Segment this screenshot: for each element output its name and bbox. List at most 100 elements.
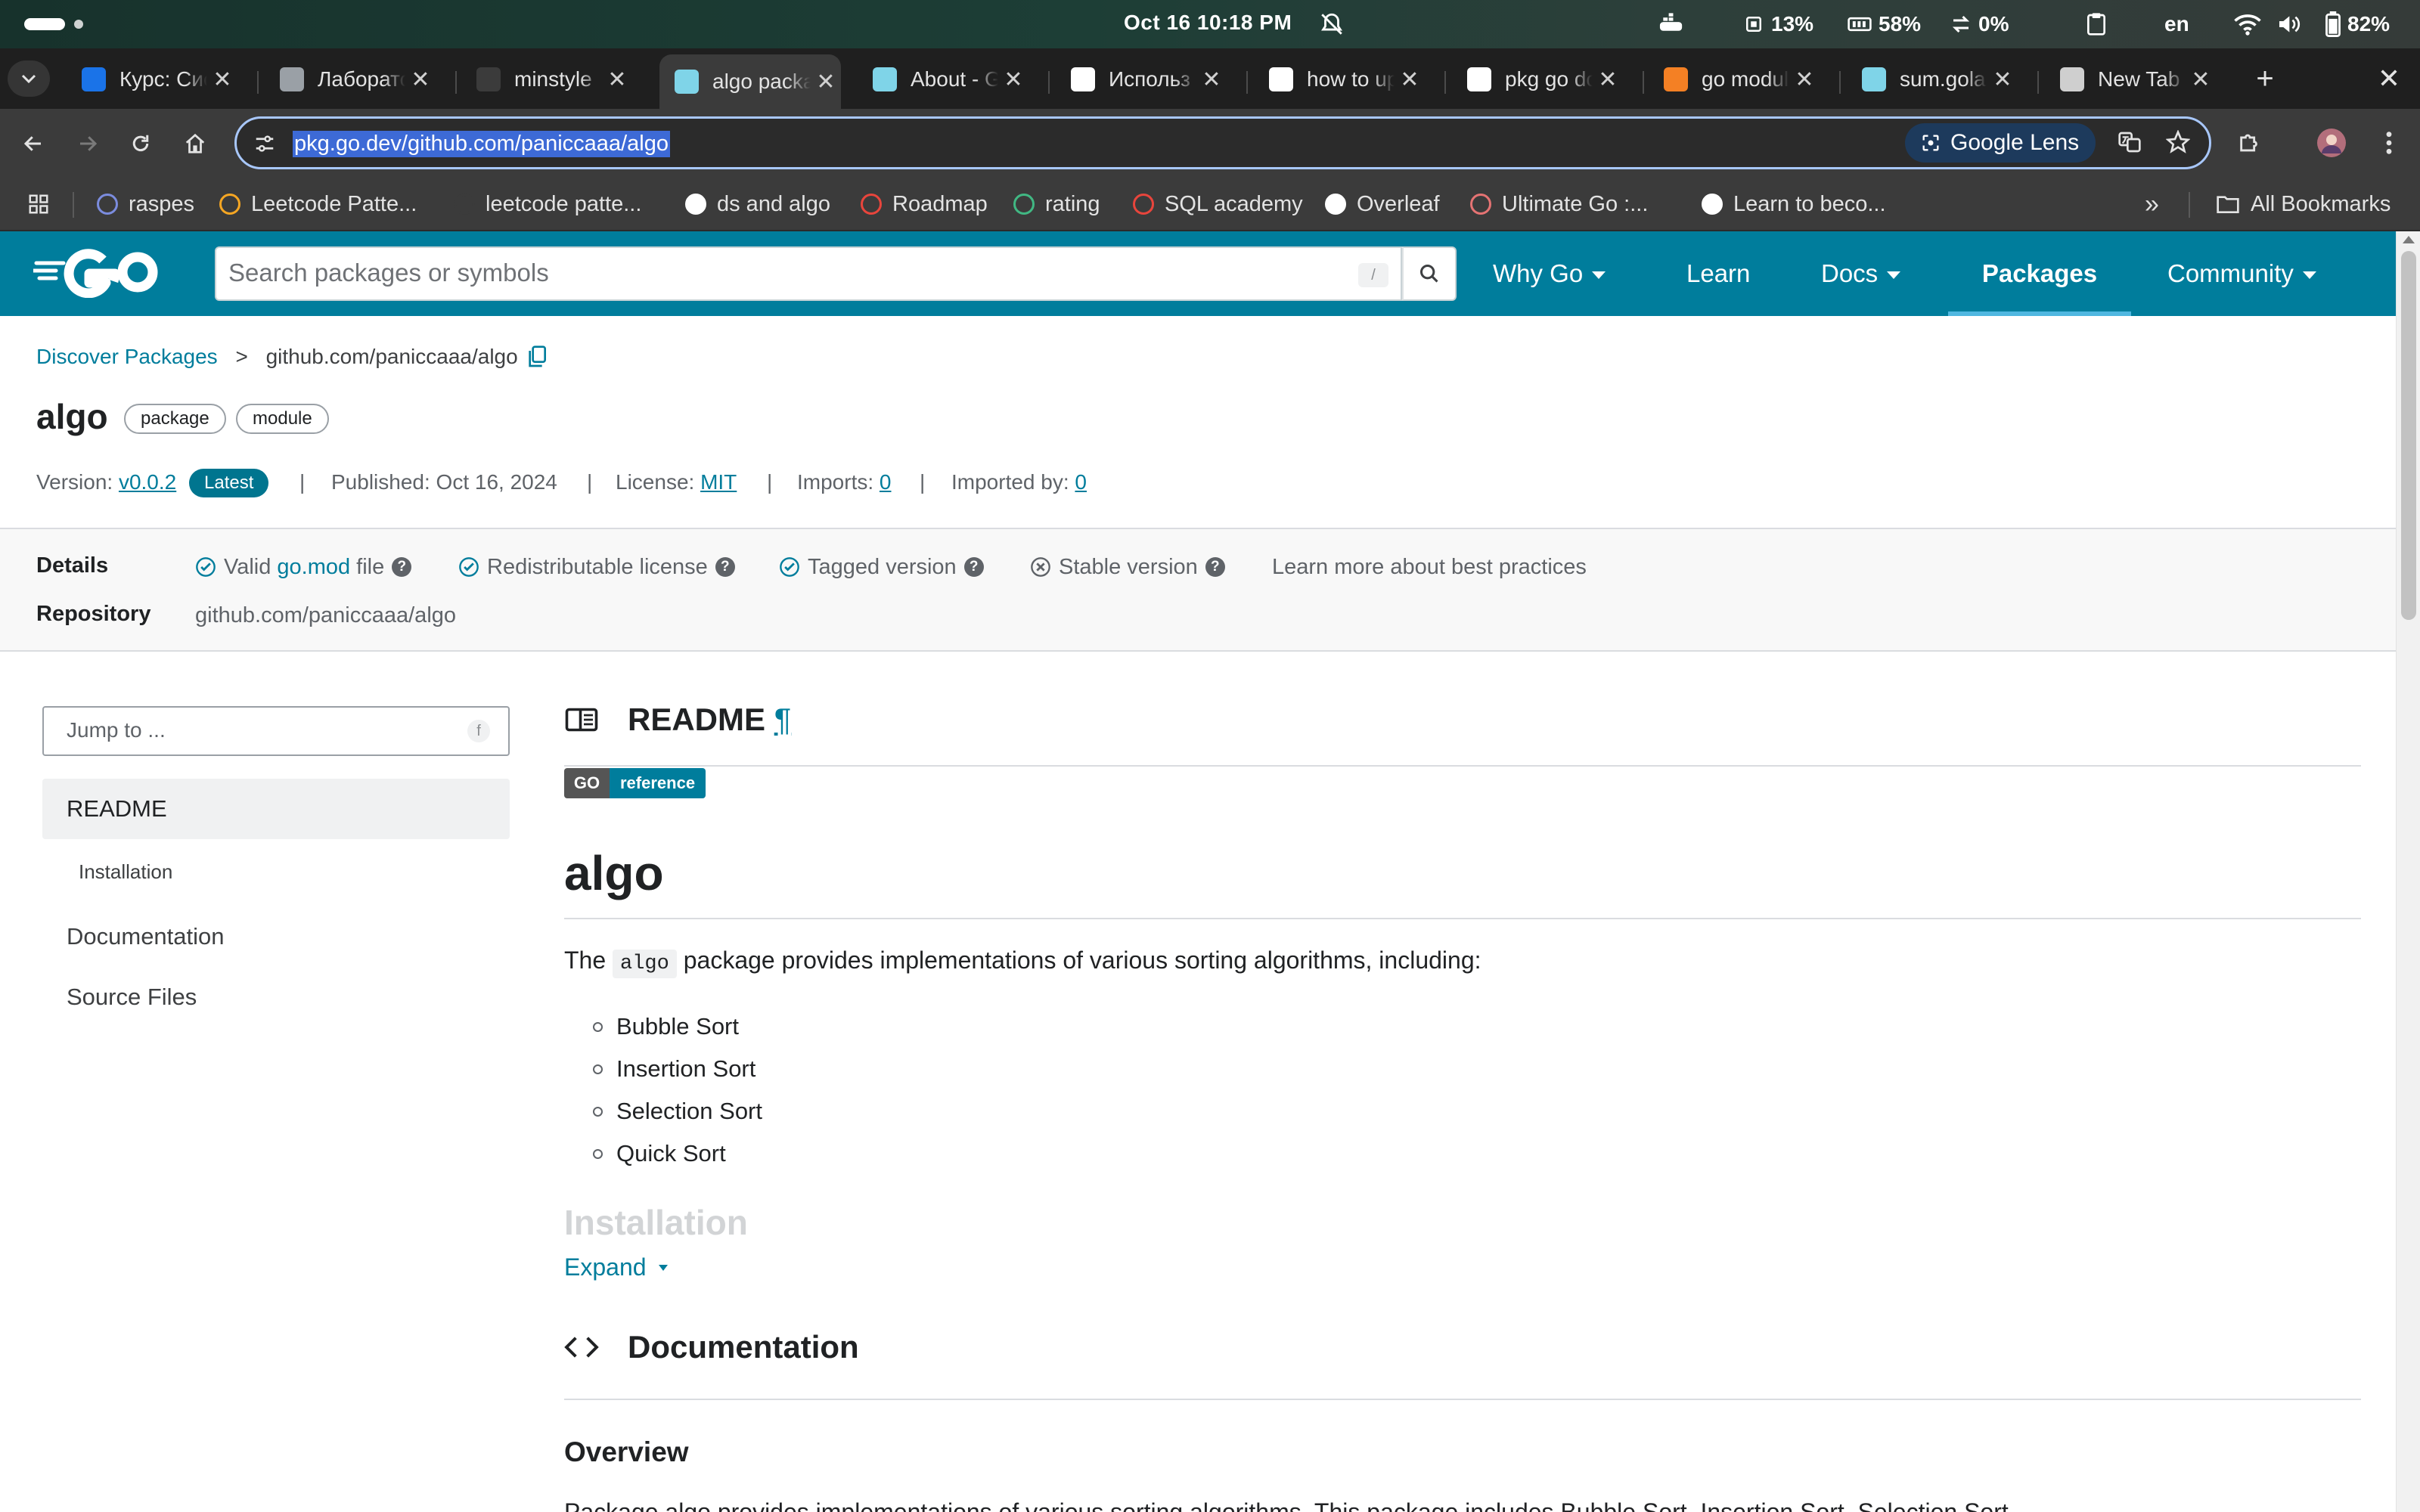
tab-search-button[interactable]	[8, 60, 50, 97]
expand-button[interactable]: Expand	[564, 1253, 668, 1281]
translate-icon[interactable]	[2111, 123, 2149, 161]
notifications-muted-icon[interactable]	[1319, 11, 1345, 38]
bookmark-8[interactable]: Ultimate Go :...	[1470, 189, 1648, 219]
sidebar-item-documentation[interactable]: Documentation	[42, 918, 510, 956]
readme-anchor-link[interactable]: ¶	[774, 702, 792, 737]
bookmark-7[interactable]: Overleaf	[1325, 189, 1440, 219]
imported-by-link[interactable]: 0	[1075, 470, 1087, 494]
tab-8[interactable]: go modul ✕	[1649, 56, 1820, 103]
tab-5[interactable]: Использ ✕	[1056, 56, 1227, 103]
repository-link[interactable]: github.com/paniccaaa/algo	[195, 602, 456, 629]
jump-to-input[interactable]	[67, 708, 460, 753]
tab-6[interactable]: how to up ✕	[1254, 56, 1425, 103]
tab-close-icon[interactable]: ✕	[2186, 67, 2216, 93]
battery-indicator[interactable]: 82%	[2325, 11, 2390, 38]
search-input[interactable]	[228, 248, 1317, 298]
docker-icon[interactable]	[1658, 11, 1686, 38]
tab-close-icon[interactable]: ✕	[998, 67, 1028, 93]
tab-close-icon[interactable]: ✕	[1987, 67, 2018, 93]
bookmarks-overflow-button[interactable]: »	[2145, 189, 2159, 219]
tab-close-icon[interactable]: ✕	[811, 69, 841, 95]
search-button[interactable]	[1402, 246, 1457, 301]
imports-link[interactable]: 0	[880, 470, 892, 494]
help-icon[interactable]: ?	[715, 557, 735, 577]
window-close-button[interactable]: ✕	[2372, 62, 2406, 97]
profile-avatar[interactable]	[2313, 124, 2350, 162]
nav-docs[interactable]: Docs	[1821, 231, 1901, 316]
nav-community[interactable]: Community	[2167, 231, 2316, 316]
bookmark-3[interactable]: ds and algo	[685, 189, 830, 219]
wifi-icon[interactable]	[2234, 11, 2261, 38]
extensions-icon[interactable]	[2231, 124, 2269, 162]
version-link[interactable]: v0.0.2	[119, 470, 176, 494]
tab-3[interactable]: algo package✕	[659, 54, 841, 109]
tab-0[interactable]: Курс: Систе✕	[67, 56, 237, 103]
scroll-up-icon[interactable]	[2403, 236, 2415, 243]
address-bar[interactable]: pkg.go.dev/github.com/paniccaaa/algo Goo…	[234, 116, 2211, 169]
bookmark-2[interactable]: leetcode patte...	[454, 189, 641, 219]
keyboard-layout[interactable]: en	[2164, 11, 2189, 38]
nav-packages[interactable]: Packages	[1948, 231, 2131, 316]
tab-close-icon[interactable]: ✕	[602, 67, 632, 93]
tab-1[interactable]: Лаборатор✕	[265, 56, 436, 103]
kebab-menu-icon[interactable]	[2370, 124, 2408, 162]
license-link[interactable]: MIT	[700, 470, 737, 494]
breadcrumb-discover-packages[interactable]: Discover Packages	[36, 345, 218, 368]
bookmark-6[interactable]: SQL academy	[1133, 189, 1303, 219]
tab-2[interactable]: minstyle ✕	[461, 56, 632, 103]
forward-button[interactable]	[68, 124, 107, 163]
workspace-indicator-active[interactable]	[24, 18, 65, 30]
workspace-indicator[interactable]	[74, 20, 83, 29]
nav-learn[interactable]: Learn	[1686, 231, 1750, 316]
apps-grid-icon[interactable]	[27, 189, 50, 219]
search-box[interactable]: /	[215, 246, 1402, 301]
os-top-bar: Oct 16 10:18 PM 13% 58% 0% en 82%	[0, 0, 2420, 48]
url-text[interactable]: pkg.go.dev/github.com/paniccaaa/algo	[293, 131, 670, 157]
tab-close-icon[interactable]: ✕	[1196, 67, 1227, 93]
sidebar-item-readme[interactable]: README	[42, 779, 510, 839]
help-icon[interactable]: ?	[1205, 557, 1225, 577]
gomod-link[interactable]: go.mod	[277, 555, 350, 579]
site-settings-icon[interactable]	[253, 132, 276, 155]
tab-title: Лаборатор	[318, 67, 405, 91]
nav-why-go[interactable]: Why Go	[1493, 231, 1606, 316]
tab-close-icon[interactable]: ✕	[405, 67, 436, 93]
go-logo[interactable]	[33, 246, 162, 298]
sidebar-item-installation[interactable]: Installation	[42, 854, 510, 889]
all-bookmarks-button[interactable]: All Bookmarks	[2216, 189, 2391, 219]
bookmark-1[interactable]: Leetcode Patte...	[219, 189, 417, 219]
tab-close-icon[interactable]: ✕	[1395, 67, 1425, 93]
jump-to-box[interactable]: f	[42, 706, 510, 756]
scrollbar-thumb[interactable]	[2401, 251, 2416, 620]
page-scrollbar[interactable]	[2396, 231, 2420, 1512]
volume-icon[interactable]	[2276, 11, 2301, 38]
memory-indicator[interactable]: 58%	[1847, 11, 1921, 38]
cpu-indicator[interactable]: 13%	[1742, 11, 1813, 38]
bookmark-0[interactable]: raspes	[97, 189, 194, 219]
sidebar-item-source-files[interactable]: Source Files	[42, 978, 510, 1016]
tab-9[interactable]: sum.golan✕	[1847, 56, 2018, 103]
bookmark-4[interactable]: Roadmap	[861, 189, 988, 219]
help-icon[interactable]: ?	[392, 557, 412, 577]
tab-close-icon[interactable]: ✕	[1593, 67, 1623, 93]
bookmark-5[interactable]: rating	[1013, 189, 1100, 219]
home-button[interactable]	[175, 124, 215, 163]
help-icon[interactable]: ?	[963, 557, 984, 577]
copy-path-icon[interactable]	[526, 345, 548, 373]
clock[interactable]: Oct 16 10:18 PM	[1124, 11, 1292, 35]
bookmark-9[interactable]: Learn to beco...	[1702, 189, 1886, 219]
clipboard-icon[interactable]	[2086, 11, 2107, 38]
new-tab-button[interactable]: +	[2248, 62, 2282, 97]
tab-close-icon[interactable]: ✕	[1789, 67, 1820, 93]
go-reference-badge[interactable]: GO reference	[564, 768, 706, 798]
bookmark-star-icon[interactable]	[2159, 123, 2197, 161]
tab-10[interactable]: New Tab ✕	[2045, 56, 2216, 103]
google-lens-button[interactable]: Google Lens	[1905, 123, 2096, 163]
reload-button[interactable]	[121, 124, 160, 163]
tab-close-icon[interactable]: ✕	[207, 67, 237, 93]
back-button[interactable]	[14, 124, 53, 163]
best-practices-link[interactable]: Learn more about best practices	[1272, 553, 1587, 581]
network-indicator[interactable]: 0%	[1950, 11, 2009, 38]
tab-7[interactable]: pkg go do ✕	[1452, 56, 1623, 103]
tab-4[interactable]: About - G ✕	[858, 56, 1028, 103]
